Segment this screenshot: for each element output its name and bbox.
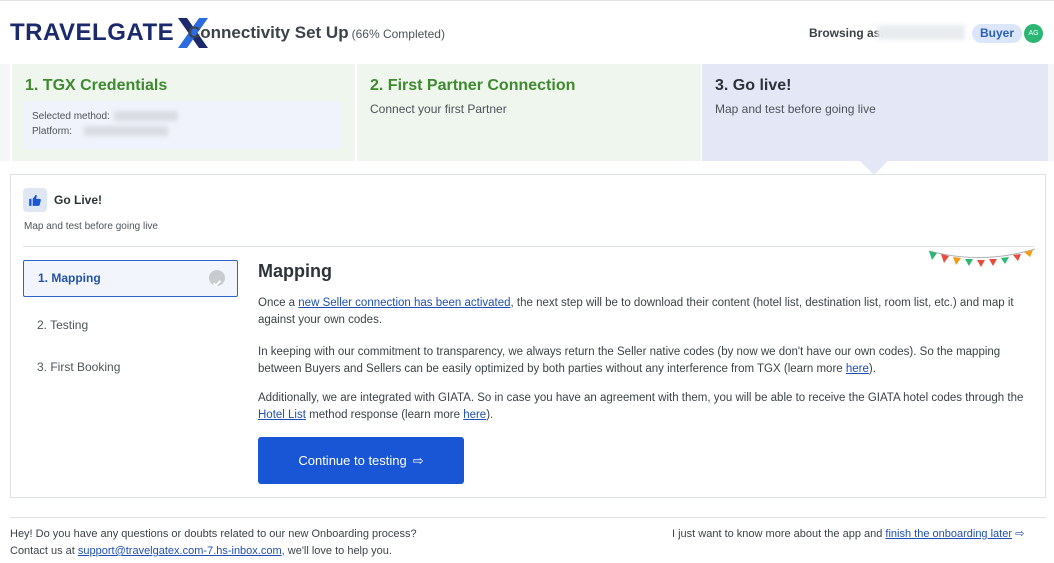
finish-onboarding-later-link[interactable]: finish the onboarding later — [885, 528, 1012, 540]
support-email-link[interactable]: support@travelgatex.com-7.hs-inbox.com — [78, 545, 282, 557]
mapping-content: Mapping Once a new Seller connection has… — [258, 261, 1028, 421]
text: ). — [486, 409, 494, 421]
card-title: Go Live! — [54, 193, 103, 207]
check-circle-icon — [209, 270, 225, 287]
mapping-paragraph-2: In keeping with our commitment to transp… — [258, 344, 1028, 378]
platform-row: Platform: — [32, 126, 169, 137]
app-header: TRAVELGATE Connectivity Set Up (66% Compl… — [0, 0, 1054, 64]
footer-divider — [10, 517, 1046, 518]
active-step-pointer — [860, 161, 888, 175]
step-tgx-credentials[interactable]: 1. TGX Credentials Selected method: Plat… — [12, 64, 355, 161]
arrow-right-icon: ⇨ — [1015, 528, 1025, 540]
button-label: Continue to testing — [298, 453, 407, 468]
text: ). — [868, 363, 876, 375]
arrow-right-icon: ⇨ — [412, 452, 424, 468]
seller-connection-link[interactable]: new Seller connection has been activated — [298, 297, 510, 309]
text: , we'll love to help you. — [281, 545, 392, 557]
step-go-live[interactable]: 3. Go live! Map and test before going li… — [702, 64, 1048, 161]
progress-text: (66% Completed) — [351, 27, 445, 41]
page-title: Connectivity Set Up (66% Completed) — [188, 23, 445, 43]
mapping-paragraph-1: Once a new Seller connection has been ac… — [258, 295, 1028, 329]
content-title: Mapping — [258, 261, 332, 281]
substep-testing[interactable]: 2. Testing — [23, 307, 238, 344]
role-badge: Buyer — [972, 24, 1023, 43]
step-subtitle: Connect your first Partner — [370, 102, 507, 116]
selected-method-value-redacted — [113, 111, 178, 122]
divider — [23, 246, 1034, 247]
user-avatar[interactable]: AG — [1024, 24, 1043, 43]
footer-finish-later: I just want to know more about the app a… — [672, 526, 1024, 543]
step-title: 2. First Partner Connection — [370, 77, 576, 94]
credentials-summary: Selected method: Platform: — [24, 101, 341, 149]
step-subtitle: Map and test before going live — [715, 102, 876, 116]
platform-value-redacted — [84, 126, 169, 137]
learn-more-link[interactable]: here — [846, 363, 869, 375]
card-subtitle: Map and test before going live — [24, 221, 158, 232]
mapping-paragraph-3: Additionally, we are integrated with GIA… — [258, 390, 1028, 424]
text: I just want to know more about the app a… — [672, 528, 886, 540]
step-title: 3. Go live! — [715, 77, 792, 94]
logo-wordmark: TRAVELGATE — [10, 19, 175, 46]
text: Contact us at — [10, 545, 78, 557]
browsing-as-value-redacted — [877, 25, 965, 40]
selected-method-row: Selected method: — [32, 111, 178, 122]
footer-help-line-2: Contact us at support@travelgatex.com-7.… — [10, 543, 417, 560]
travelgatex-logo[interactable]: TRAVELGATE — [10, 15, 210, 51]
step-title: 1. TGX Credentials — [25, 77, 168, 94]
text: Once a — [258, 297, 299, 309]
browsing-as-label: Browsing as: — [809, 26, 885, 40]
text: method response (learn more — [305, 409, 464, 421]
selected-method-label: Selected method: — [32, 111, 110, 122]
substep-mapping[interactable]: 1. Mapping — [23, 260, 238, 297]
thumbs-up-glyph — [29, 194, 41, 206]
step-first-partner-connection[interactable]: 2. First Partner Connection Connect your… — [357, 64, 701, 161]
continue-to-testing-button[interactable]: Continue to testing ⇨ — [258, 437, 464, 484]
text: In keeping with our commitment to transp… — [258, 346, 1001, 375]
go-live-card: Go Live! Map and test before going live … — [10, 174, 1046, 498]
learn-more-giata-link[interactable]: here — [463, 409, 486, 421]
substep-first-booking[interactable]: 3. First Booking — [23, 349, 238, 386]
text: Additionally, we are integrated with GIA… — [258, 392, 1024, 404]
footer-help-line-1: Hey! Do you have any questions or doubts… — [10, 528, 417, 540]
hotel-list-link[interactable]: Hotel List — [258, 409, 306, 421]
platform-label: Platform: — [32, 126, 73, 137]
substep-label: 1. Mapping — [38, 271, 101, 285]
page-title-text: Connectivity Set Up — [188, 23, 349, 42]
setup-steps: 1. TGX Credentials Selected method: Plat… — [0, 64, 1054, 161]
thumbs-up-icon — [23, 188, 47, 212]
footer-help: Hey! Do you have any questions or doubts… — [10, 526, 417, 560]
